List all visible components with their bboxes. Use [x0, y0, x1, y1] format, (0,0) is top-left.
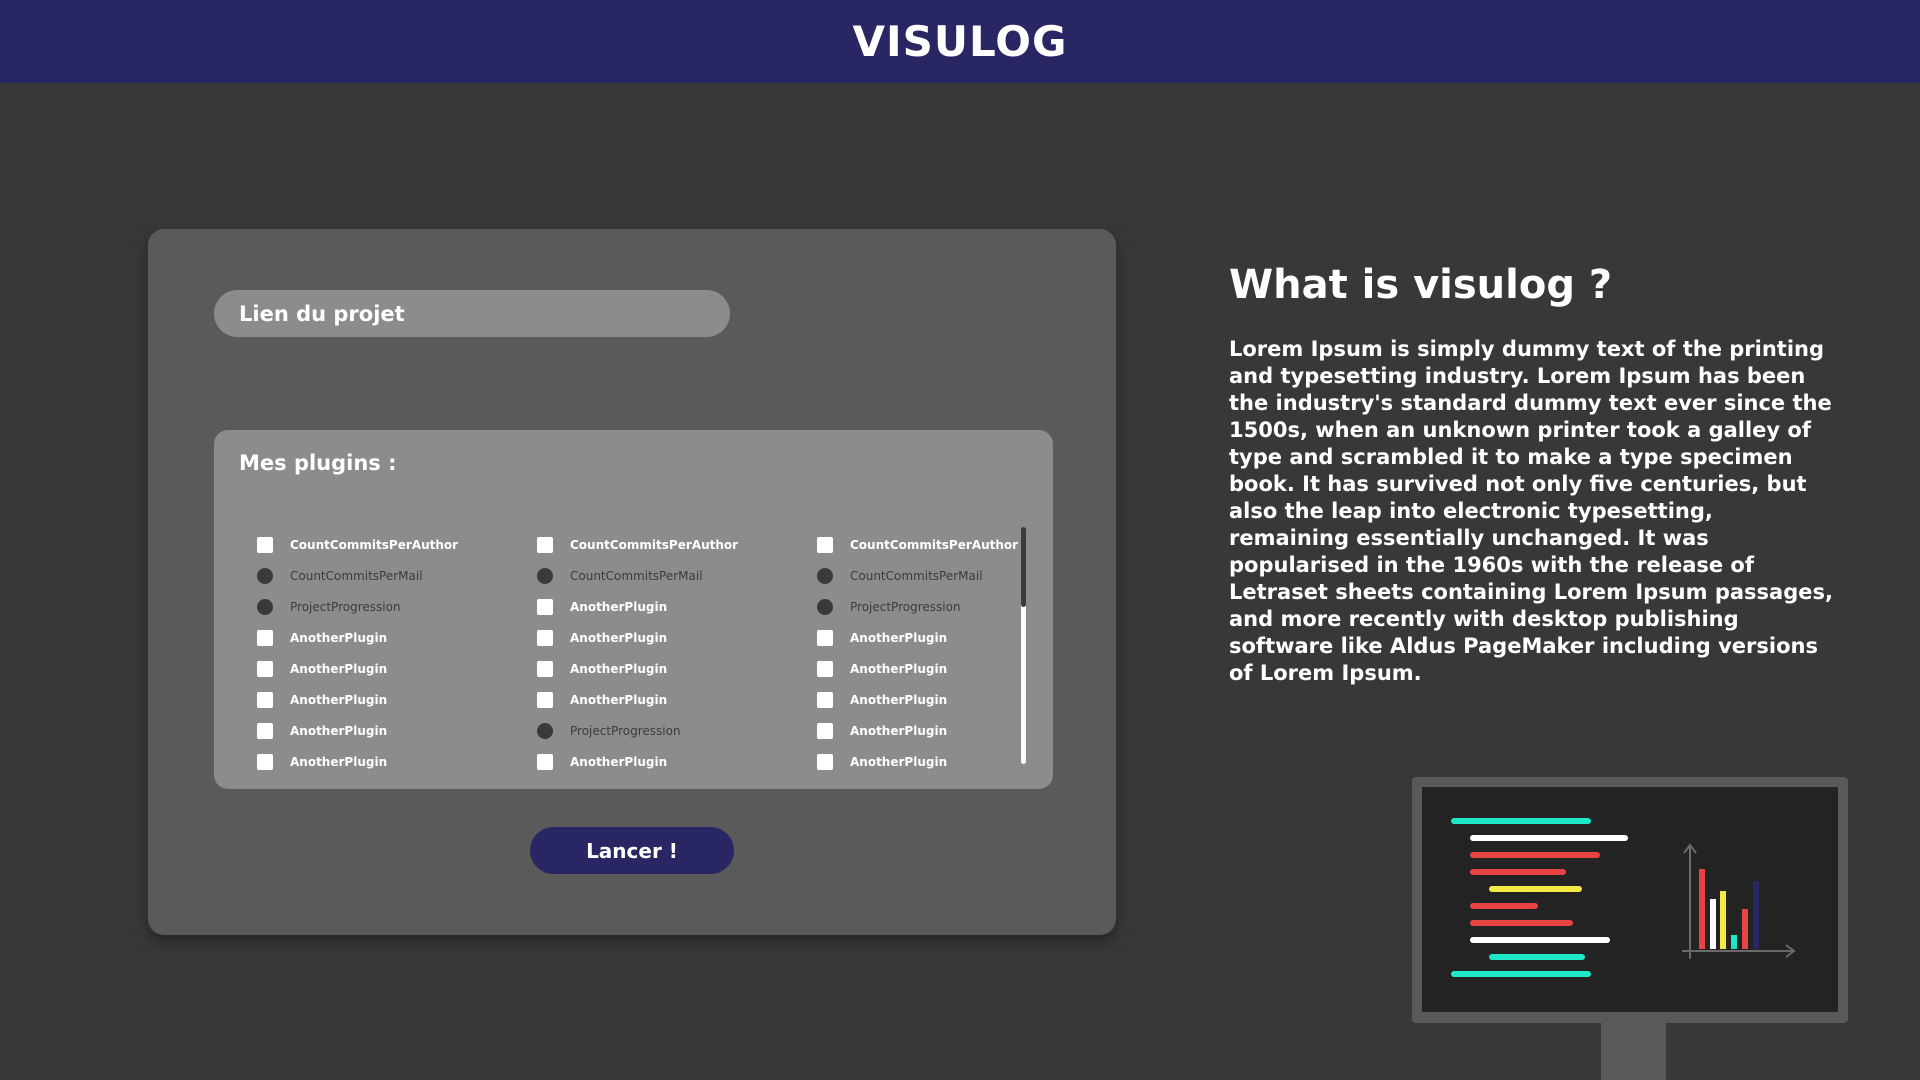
- plugin-selected-indicator[interactable]: [817, 598, 833, 615]
- plugin-label: CountCommitsPerAuthor: [850, 537, 1019, 552]
- plugin-checkbox[interactable]: [537, 691, 553, 708]
- plugin-option[interactable]: AnotherPlugin: [494, 746, 764, 777]
- monitor-stand: [1601, 1023, 1666, 1080]
- plugin-checkbox[interactable]: [537, 753, 553, 770]
- plugin-column-1: CountCommitsPerAuthor CountCommitsPerMail…: [214, 529, 484, 777]
- app-title: VISULOG: [852, 17, 1068, 66]
- plugin-checkbox[interactable]: [257, 691, 273, 708]
- plugin-checkbox[interactable]: [257, 660, 273, 677]
- plugin-selected-indicator[interactable]: [257, 567, 273, 584]
- plugin-option[interactable]: AnotherPlugin: [214, 746, 484, 777]
- plugin-column-3: CountCommitsPerAuthor CountCommitsPerMail…: [774, 529, 1044, 777]
- plugin-label: AnotherPlugin: [850, 661, 948, 676]
- plugin-label: CountCommitsPerMail: [290, 568, 423, 583]
- plugins-title: Mes plugins :: [239, 451, 397, 475]
- plugin-selected-indicator[interactable]: [537, 722, 553, 739]
- plugin-label: AnotherPlugin: [570, 661, 668, 676]
- plugin-option[interactable]: ProjectProgression: [214, 591, 484, 622]
- plugin-checkbox[interactable]: [537, 660, 553, 677]
- plugin-label: AnotherPlugin: [290, 630, 388, 645]
- plugin-option[interactable]: AnotherPlugin: [214, 622, 484, 653]
- plugin-option[interactable]: AnotherPlugin: [774, 746, 1044, 777]
- plugin-option[interactable]: AnotherPlugin: [214, 684, 484, 715]
- plugin-option[interactable]: AnotherPlugin: [494, 653, 764, 684]
- plugin-checkbox[interactable]: [257, 753, 273, 770]
- plugin-label: CountCommitsPerAuthor: [570, 537, 739, 552]
- plugin-option[interactable]: AnotherPlugin: [494, 684, 764, 715]
- plugin-option[interactable]: AnotherPlugin: [494, 591, 764, 622]
- plugin-selected-indicator[interactable]: [537, 567, 553, 584]
- plugin-column-2: CountCommitsPerAuthor CountCommitsPerMail…: [494, 529, 764, 777]
- plugin-label: AnotherPlugin: [290, 661, 388, 676]
- info-title: What is visulog ?: [1229, 262, 1613, 308]
- plugin-checkbox[interactable]: [537, 536, 553, 553]
- plugin-option[interactable]: AnotherPlugin: [494, 622, 764, 653]
- plugin-label: AnotherPlugin: [570, 630, 668, 645]
- plugin-option[interactable]: ProjectProgression: [494, 715, 764, 746]
- plugin-option[interactable]: AnotherPlugin: [774, 715, 1044, 746]
- plugin-checkbox[interactable]: [817, 691, 833, 708]
- plugin-label: AnotherPlugin: [570, 599, 668, 614]
- plugin-option[interactable]: CountCommitsPerAuthor: [214, 529, 484, 560]
- plugin-checkbox[interactable]: [817, 753, 833, 770]
- plugin-option[interactable]: CountCommitsPerMail: [774, 560, 1044, 591]
- plugin-option[interactable]: AnotherPlugin: [774, 684, 1044, 715]
- plugin-option[interactable]: CountCommitsPerMail: [214, 560, 484, 591]
- plugins-scrollbar-thumb[interactable]: [1021, 527, 1026, 607]
- plugin-option[interactable]: AnotherPlugin: [214, 715, 484, 746]
- plugin-option[interactable]: CountCommitsPerAuthor: [774, 529, 1044, 560]
- plugin-checkbox[interactable]: [817, 722, 833, 739]
- monitor-illustration: [1412, 777, 1848, 1023]
- monitor-screen: [1422, 787, 1838, 1012]
- plugin-option[interactable]: CountCommitsPerMail: [494, 560, 764, 591]
- plugin-checkbox[interactable]: [257, 722, 273, 739]
- plugin-checkbox[interactable]: [257, 536, 273, 553]
- plugin-label: AnotherPlugin: [570, 754, 668, 769]
- project-link-input[interactable]: [214, 290, 730, 337]
- app-header: VISULOG: [0, 0, 1920, 83]
- plugin-label: AnotherPlugin: [290, 754, 388, 769]
- info-description: Lorem Ipsum is simply dummy text of the …: [1229, 337, 1833, 685]
- plugin-label: AnotherPlugin: [850, 630, 948, 645]
- plugin-checkbox[interactable]: [817, 536, 833, 553]
- plugin-label: AnotherPlugin: [570, 692, 668, 707]
- plugin-checkbox[interactable]: [817, 660, 833, 677]
- plugin-label: CountCommitsPerMail: [570, 568, 703, 583]
- plugin-option[interactable]: CountCommitsPerAuthor: [494, 529, 764, 560]
- plugin-label: AnotherPlugin: [850, 723, 948, 738]
- plugin-label: AnotherPlugin: [850, 692, 948, 707]
- plugin-label: AnotherPlugin: [290, 692, 388, 707]
- plugin-checkbox[interactable]: [817, 629, 833, 646]
- plugins-list-box: Mes plugins : CountCommitsPerAuthor Count…: [214, 430, 1053, 789]
- plugin-checkbox[interactable]: [537, 629, 553, 646]
- plugin-checkbox[interactable]: [257, 629, 273, 646]
- plugin-label: AnotherPlugin: [850, 754, 948, 769]
- plugin-option[interactable]: AnotherPlugin: [774, 653, 1044, 684]
- mini-chart-icon: [1682, 843, 1796, 959]
- plugins-scrollbar[interactable]: [1021, 527, 1026, 764]
- plugin-option[interactable]: ProjectProgression: [774, 591, 1044, 622]
- plugin-label: AnotherPlugin: [290, 723, 388, 738]
- plugin-label: ProjectProgression: [850, 599, 961, 614]
- plugin-checkbox[interactable]: [537, 598, 553, 615]
- plugin-label: CountCommitsPerAuthor: [290, 537, 459, 552]
- plugin-label: CountCommitsPerMail: [850, 568, 983, 583]
- plugin-selected-indicator[interactable]: [257, 598, 273, 615]
- code-and-chart-graphic: [1451, 818, 1796, 977]
- plugin-option[interactable]: AnotherPlugin: [214, 653, 484, 684]
- plugin-option[interactable]: AnotherPlugin: [774, 622, 1044, 653]
- plugin-label: ProjectProgression: [290, 599, 401, 614]
- plugin-label: ProjectProgression: [570, 723, 681, 738]
- launch-button[interactable]: Lancer !: [530, 827, 734, 874]
- plugin-selected-indicator[interactable]: [817, 567, 833, 584]
- project-form-panel: Mes plugins : CountCommitsPerAuthorCount…: [148, 229, 1116, 935]
